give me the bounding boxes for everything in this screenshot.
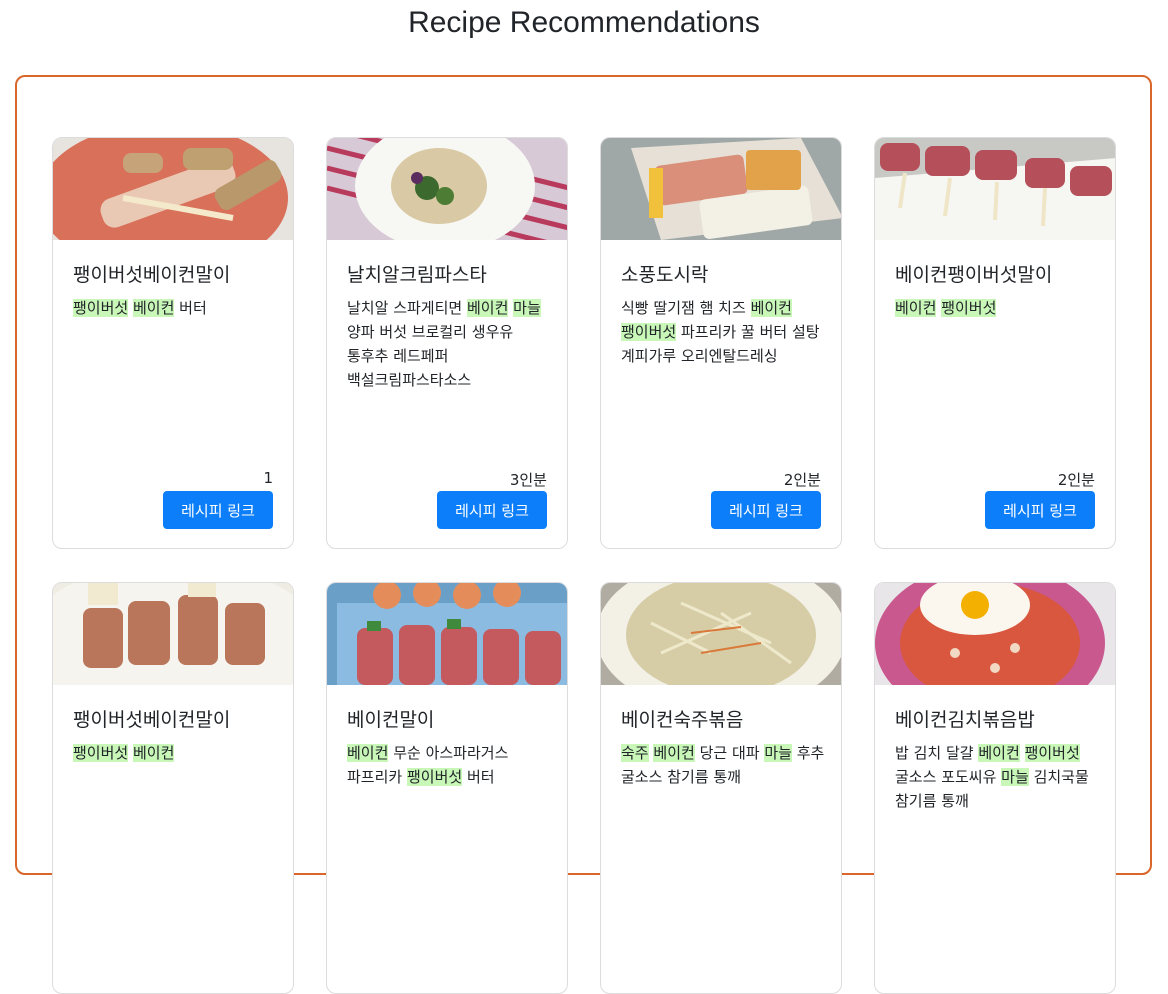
recipe-image [601, 583, 841, 685]
ingredient: 굴소스 [621, 768, 663, 786]
ingredient: 아스파라거스 [425, 744, 509, 762]
matched-ingredient: 베이컨 [466, 299, 509, 317]
servings-label: 2인분 [1057, 471, 1095, 489]
matched-ingredient: 베이컨 [750, 299, 792, 317]
ingredient: 버터 [759, 323, 788, 341]
matched-ingredient: 팽이버섯 [73, 299, 129, 317]
ingredient: 설탕 [791, 323, 820, 341]
recipe-title: 베이컨말이 [347, 709, 435, 731]
ingredient: 계피가루 [621, 347, 677, 365]
ingredient-list: 식빵 딸기잼 햄 치즈 베이컨 팽이버섯 파프리카 꿀 버터 설탕 계피가루 오… [621, 296, 825, 368]
matched-ingredient: 팽이버섯 [406, 768, 463, 786]
ingredient: 식빵 [621, 299, 649, 317]
recipe-title: 팽이버섯베이컨말이 [73, 264, 231, 286]
ingredient-list: 팽이버섯 베이컨 [73, 741, 277, 765]
ingredient: 파프리카 [680, 323, 737, 341]
matched-ingredient: 팽이버섯 [621, 323, 677, 341]
recipe-title: 베이컨김치볶음밥 [895, 709, 1035, 731]
ingredient: 날치알 [347, 299, 389, 317]
ingredient: 대파 [731, 744, 760, 762]
ingredient: 후추 [796, 744, 825, 762]
ingredient: 포도씨유 [941, 768, 997, 786]
ingredient-list: 팽이버섯 베이컨 버터 [73, 296, 277, 320]
ingredient: 생우유 [471, 323, 514, 341]
ingredient-list: 밥 김치 달걀 베이컨 팽이버섯 굴소스 포도씨유 마늘 김치국물 참기름 통깨 [895, 741, 1099, 813]
recipe-card: 팽이버섯베이컨말이팽이버섯 베이컨 버터 1 레시피 링크 [52, 137, 294, 549]
ingredient: 백설크림파스타소스 [347, 371, 472, 389]
recipe-title: 소풍도시락 [621, 264, 709, 286]
ingredient: 참기름 [895, 792, 937, 810]
recipe-image [875, 138, 1115, 240]
ingredient: 통깨 [713, 768, 741, 786]
matched-ingredient: 베이컨 [347, 744, 389, 762]
ingredient: 치즈 [718, 299, 746, 317]
ingredient: 햄 [699, 299, 714, 317]
ingredient: 파프리카 [347, 768, 403, 786]
recipe-card: 베이컨김치볶음밥밥 김치 달걀 베이컨 팽이버섯 굴소스 포도씨유 마늘 김치국… [874, 582, 1116, 994]
page-title: Recipe Recommendations [408, 6, 760, 39]
matched-ingredient: 베이컨 [132, 744, 175, 762]
recipe-image [327, 138, 567, 240]
ingredient-list: 베이컨 팽이버섯 [895, 296, 1099, 320]
matched-ingredient: 베이컨 [978, 744, 1020, 762]
recipe-link-button[interactable]: 레시피 링크 [163, 491, 273, 529]
ingredient: 굴소스 [895, 768, 937, 786]
ingredient: 버터 [466, 768, 495, 786]
ingredient: 오리엔탈드레싱 [680, 347, 778, 365]
matched-ingredient: 베이컨 [132, 299, 175, 317]
matched-ingredient: 숙주 [621, 744, 649, 762]
ingredient: 버터 [179, 299, 207, 317]
recipe-image [53, 138, 293, 240]
ingredient: 참기름 [667, 768, 709, 786]
servings-label: 1 [263, 469, 273, 487]
recipe-card: 베이컨말이베이컨 무순 아스파라거스 파프리카 팽이버섯 버터 [326, 582, 568, 994]
ingredient: 양파 [347, 323, 375, 341]
ingredient: 밥 [895, 744, 909, 762]
recipe-card: 소풍도시락식빵 딸기잼 햄 치즈 베이컨 팽이버섯 파프리카 꿀 버터 설탕 계… [600, 137, 842, 549]
servings-label: 3인분 [509, 471, 547, 489]
ingredient: 딸기잼 [653, 299, 695, 317]
recipe-title: 날치알크림파스타 [347, 264, 487, 286]
ingredient: 달걀 [945, 744, 974, 762]
ingredient: 통후추 [347, 347, 389, 365]
recipe-card: 날치알크림파스타날치알 스파게티면 베이컨 마늘 양파 버섯 브로컬리 생우유 … [326, 137, 568, 549]
ingredient: 브로컬리 [411, 323, 467, 341]
matched-ingredient: 팽이버섯 [73, 744, 129, 762]
ingredient: 무순 [393, 744, 421, 762]
ingredient: 버섯 [379, 323, 407, 341]
recipe-image [327, 583, 567, 685]
recipe-title: 팽이버섯베이컨말이 [73, 709, 231, 731]
ingredient: 통깨 [941, 792, 969, 810]
recipe-image [601, 138, 841, 240]
matched-ingredient: 마늘 [764, 744, 792, 762]
servings-label: 2인분 [783, 471, 821, 489]
matched-ingredient: 팽이버섯 [941, 299, 997, 317]
recipe-title: 베이컨팽이버섯말이 [895, 264, 1053, 286]
recipe-link-button[interactable]: 레시피 링크 [711, 491, 821, 529]
recipe-image [875, 583, 1115, 685]
ingredient: 김치국물 [1033, 768, 1089, 786]
ingredient-list: 숙주 베이컨 당근 대파 마늘 후추 굴소스 참기름 통깨 [621, 741, 825, 789]
matched-ingredient: 마늘 [513, 299, 541, 317]
matched-ingredient: 팽이버섯 [1024, 744, 1080, 762]
ingredient: 당근 [699, 744, 728, 762]
ingredient: 스파게티면 [393, 299, 463, 317]
ingredient-list: 날치알 스파게티면 베이컨 마늘 양파 버섯 브로컬리 생우유 통후추 레드페퍼… [347, 296, 551, 392]
matched-ingredient: 베이컨 [653, 744, 695, 762]
recipe-title: 베이컨숙주볶음 [621, 709, 744, 731]
matched-ingredient: 마늘 [1001, 768, 1029, 786]
recipe-link-button[interactable]: 레시피 링크 [985, 491, 1095, 529]
ingredient: 꿀 [740, 323, 755, 341]
recipe-card: 베이컨팽이버섯말이베이컨 팽이버섯 2인분레시피 링크 [874, 137, 1116, 549]
recipe-card: 베이컨숙주볶음숙주 베이컨 당근 대파 마늘 후추 굴소스 참기름 통깨 [600, 582, 842, 994]
recipe-link-button[interactable]: 레시피 링크 [437, 491, 547, 529]
ingredient-list: 베이컨 무순 아스파라거스 파프리카 팽이버섯 버터 [347, 741, 551, 789]
recipe-card: 팽이버섯베이컨말이팽이버섯 베이컨 [52, 582, 294, 994]
recipe-image [53, 583, 293, 685]
ingredient: 레드페퍼 [393, 347, 449, 365]
ingredient: 김치 [913, 744, 942, 762]
matched-ingredient: 베이컨 [895, 299, 937, 317]
